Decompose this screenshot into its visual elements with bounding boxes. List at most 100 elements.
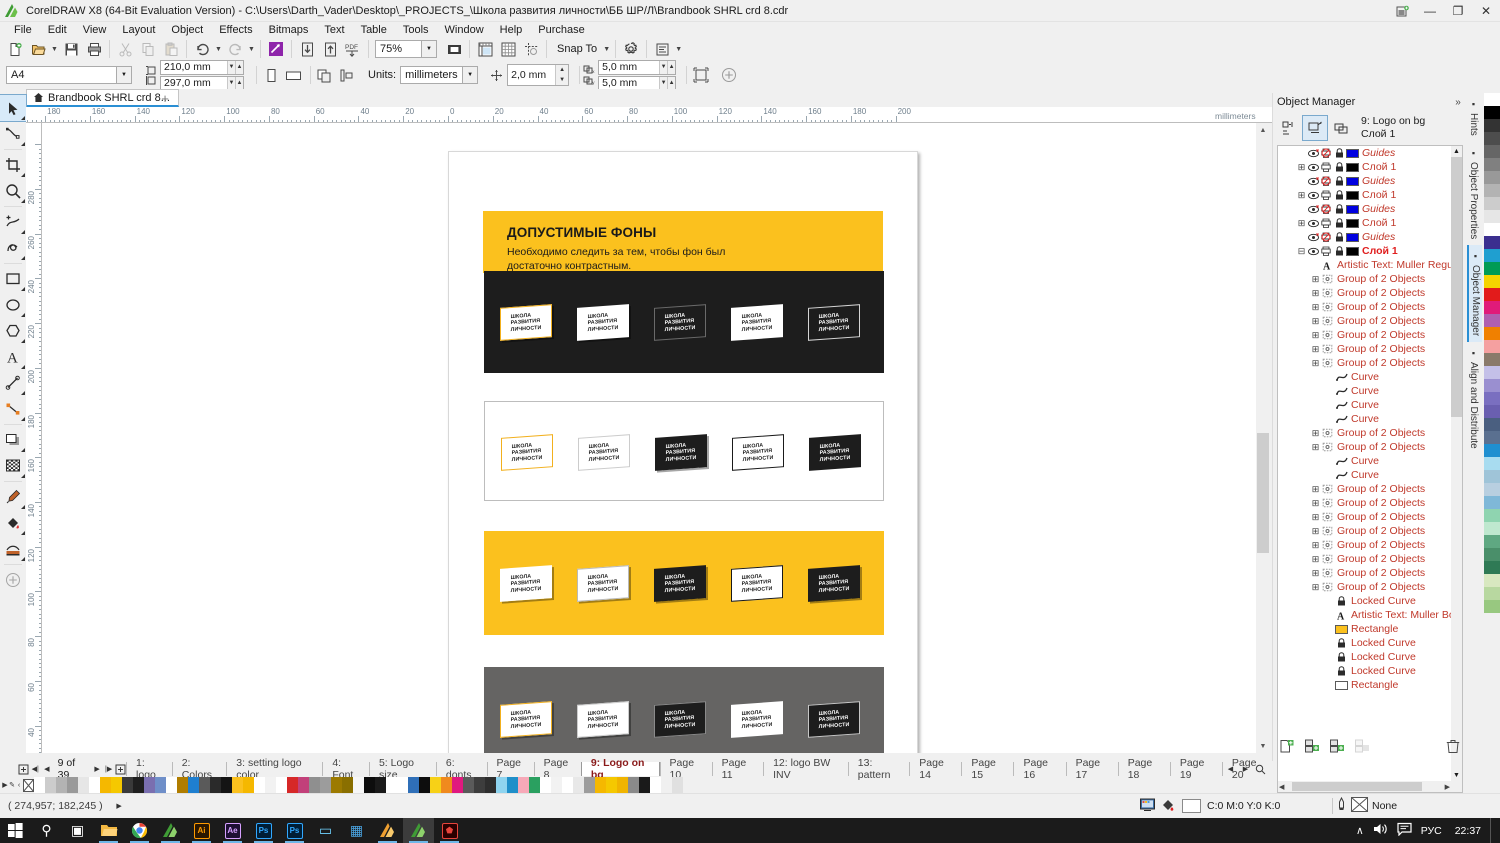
new-master-layer-even-icon[interactable] <box>1327 737 1347 755</box>
palette-swatch[interactable] <box>309 777 320 793</box>
new-master-layer-odd-icon[interactable] <box>1302 737 1322 755</box>
visibility-eye-icon[interactable] <box>1307 163 1320 172</box>
object-tree-row[interactable]: ⊞ Group of 2 Objects <box>1278 272 1451 286</box>
undo-dropdown-arrow-icon[interactable]: ▼ <box>214 38 223 60</box>
palette-swatch[interactable] <box>287 777 298 793</box>
launcher-dropdown-arrow-icon[interactable]: ▼ <box>674 38 683 60</box>
palette-swatch[interactable] <box>144 777 155 793</box>
page-tab[interactable]: Page 15 <box>961 757 1014 781</box>
printable-icon[interactable] <box>1320 176 1333 186</box>
object-tree-row[interactable]: ⊞ Group of 2 Objects <box>1278 342 1451 356</box>
default-color-palette[interactable] <box>1484 93 1500 793</box>
palette-swatch[interactable] <box>650 777 661 793</box>
palette-swatch[interactable] <box>628 777 639 793</box>
menu-object[interactable]: Object <box>163 23 211 37</box>
object-tree-row[interactable]: ⊞ Group of 2 Objects <box>1278 286 1451 300</box>
menu-edit[interactable]: Edit <box>40 23 75 37</box>
object-tree-row[interactable]: ⊟ Слой 1 <box>1278 244 1451 258</box>
layer-color-swatch[interactable] <box>1346 246 1359 256</box>
logo-badge[interactable]: ШКОЛА РАЗВИТИЯ ЛИЧНОСТИ <box>808 303 860 341</box>
docker-tab-object-properties[interactable]: ▪ Object Properties <box>1467 142 1480 245</box>
page-tab[interactable]: Page 10 <box>659 757 712 781</box>
printable-icon[interactable] <box>1320 218 1333 228</box>
lock-icon[interactable] <box>1333 162 1346 172</box>
menu-help[interactable]: Help <box>492 23 531 37</box>
tree-expander-icon[interactable]: ⊞ <box>1310 330 1321 341</box>
nudge-distance-input[interactable]: 2,0 mm ▲ ▼ <box>507 64 570 86</box>
page-tab[interactable]: 4: Font <box>322 757 369 781</box>
palette-swatch[interactable] <box>408 777 419 793</box>
scroll-up-icon[interactable]: ▲ <box>1256 123 1270 137</box>
palette-swatch[interactable] <box>1484 353 1500 366</box>
layer-manager-view-icon[interactable] <box>1329 116 1353 140</box>
horizontal-ruler[interactable]: 180 160 140 120 100 80 60 40 20 0 20 40 60 80 100 120 14… <box>26 107 1274 123</box>
palette-swatch[interactable] <box>463 777 474 793</box>
landscape-orientation-button[interactable] <box>282 64 304 86</box>
mesh-fill-tool[interactable] <box>0 536 26 562</box>
application-launcher-icon[interactable] <box>651 38 673 60</box>
palette-swatch[interactable] <box>100 777 111 793</box>
document-tab[interactable]: Brandbook SHRL crd 8... <box>26 89 179 107</box>
menu-tools[interactable]: Tools <box>395 23 437 37</box>
palette-swatch[interactable] <box>1484 574 1500 587</box>
object-tree-row[interactable]: ⊞ Group of 2 Objects <box>1278 328 1451 342</box>
page-width-up-icon[interactable]: ▲ <box>235 60 243 74</box>
palette-swatch[interactable] <box>188 777 199 793</box>
tree-expander-icon[interactable]: ⊞ <box>1310 582 1321 593</box>
palette-swatch[interactable] <box>1484 158 1500 171</box>
tree-hscroll-right-icon[interactable]: ▶ <box>1445 783 1450 791</box>
tree-expander-icon[interactable]: ⊞ <box>1310 442 1321 453</box>
object-tree-row[interactable]: ⊞ Group of 2 Objects <box>1278 482 1451 496</box>
printable-icon[interactable] <box>1320 162 1333 172</box>
current-page-button[interactable] <box>336 64 358 86</box>
fill-color-icon[interactable] <box>1161 798 1176 815</box>
vertical-ruler[interactable]: 40 60 80 100 120 140 160 180 200 220 240 260 280 <box>26 123 42 753</box>
tree-expander-icon[interactable]: ⊞ <box>1310 526 1321 537</box>
object-tree-row[interactable]: ⊞ Group of 2 Objects <box>1278 524 1451 538</box>
object-tree-row[interactable]: ⊞ Group of 2 Objects <box>1278 356 1451 370</box>
nudge-down-icon[interactable]: ▼ <box>555 75 569 85</box>
logo-badge[interactable]: ШКОЛА РАЗВИТИЯ ЛИЧНОСТИ <box>654 303 706 341</box>
coreldraw-icon[interactable] <box>155 818 186 843</box>
object-tree-row[interactable]: Curve <box>1278 398 1451 412</box>
scrollbar-thumb[interactable] <box>1257 433 1269 553</box>
adobe-acrobat-icon[interactable]: ⬟ <box>434 818 465 843</box>
object-tree[interactable]: ⊟6: dontsGuides⊞Слой 1⊟Page 7Guides⊞Слой… <box>1277 145 1463 793</box>
drop-shadow-tool[interactable] <box>0 427 26 453</box>
straight-line-connector-tool[interactable] <box>0 396 26 422</box>
palette-scroll-left-icon[interactable]: ‹ <box>16 778 22 792</box>
palette-swatch[interactable] <box>78 777 89 793</box>
palette-swatch[interactable] <box>507 777 518 793</box>
edit-across-layers-icon[interactable] <box>1302 115 1328 141</box>
page-size-combo[interactable]: A4 ▼ <box>6 66 132 84</box>
palette-swatch[interactable] <box>166 777 177 793</box>
object-tree-row[interactable]: ⊞ Group of 2 Objects <box>1278 440 1451 454</box>
page-size-dropdown-arrow-icon[interactable]: ▼ <box>116 67 131 83</box>
palette-swatch[interactable] <box>639 777 650 793</box>
quick-customize-toolbox-icon[interactable] <box>0 567 26 593</box>
menu-effects[interactable]: Effects <box>211 23 260 37</box>
fill-color-swatch[interactable] <box>1182 799 1201 813</box>
palette-swatch[interactable] <box>34 777 45 793</box>
layer-color-swatch[interactable] <box>1346 162 1359 172</box>
palette-swatch[interactable] <box>56 777 67 793</box>
palette-swatch[interactable] <box>529 777 540 793</box>
minimize-button[interactable]: — <box>1416 0 1444 22</box>
palette-swatch[interactable] <box>1484 561 1500 574</box>
banner-допустимые-фоны[interactable]: ДОПУСТИМЫЕ ФОНЫ Необходимо следить за те… <box>483 211 883 273</box>
start-button-icon[interactable] <box>0 818 31 843</box>
object-tree-row[interactable]: ⊞ Group of 2 Objects <box>1278 300 1451 314</box>
object-tree-row[interactable]: ⊞ Group of 2 Objects <box>1278 580 1451 594</box>
adobe-photoshop-icon[interactable]: Ps <box>248 818 279 843</box>
save-icon[interactable] <box>60 38 82 60</box>
duplicate-x-up-icon[interactable]: ▲ <box>667 60 676 74</box>
page-height-up-icon[interactable]: ▲ <box>235 76 243 90</box>
logo-badge[interactable]: ШКОЛА РАЗВИТИЯ ЛИЧНОСТИ <box>731 564 783 602</box>
search-content-icon[interactable] <box>265 38 287 60</box>
show-object-properties-icon[interactable] <box>1277 116 1301 140</box>
palette-swatch[interactable] <box>298 777 309 793</box>
tree-expander-icon[interactable]: ⊞ <box>1310 540 1321 551</box>
docker-tab-align-and-distribute[interactable]: ▪ Align and Distribute <box>1467 342 1480 455</box>
new-layer-icon[interactable] <box>1277 737 1297 755</box>
palette-swatch[interactable] <box>1484 275 1500 288</box>
